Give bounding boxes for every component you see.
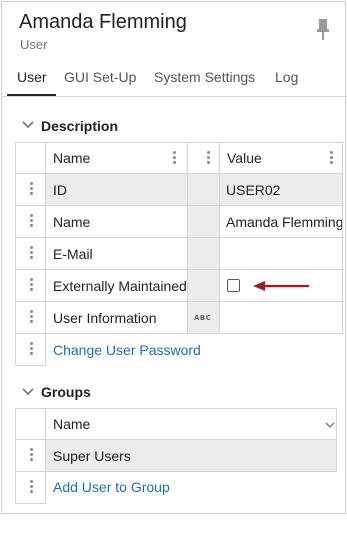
drag-handle-icon[interactable] xyxy=(30,246,34,260)
drag-handle-icon[interactable] xyxy=(30,310,34,324)
table-row[interactable]: Super Users xyxy=(45,439,337,472)
tab-gui-setup[interactable]: GUI Set-Up xyxy=(64,69,136,85)
email-field[interactable] xyxy=(219,237,343,270)
table-row-type xyxy=(187,173,220,206)
column-menu-icon[interactable] xyxy=(173,151,177,165)
tab-user[interactable]: User xyxy=(17,69,47,85)
row-handle[interactable] xyxy=(15,269,46,302)
table-row-type xyxy=(187,269,220,302)
arrow-left-icon xyxy=(253,281,309,291)
table-row-name: E-Mail xyxy=(45,237,188,270)
chevron-down-icon[interactable] xyxy=(325,421,335,429)
drag-handle-icon[interactable] xyxy=(30,182,34,196)
description-heading[interactable]: Description xyxy=(41,118,118,134)
user-information-field[interactable] xyxy=(219,301,343,334)
page-title: Amanda Flemming xyxy=(19,11,187,33)
row-handle[interactable] xyxy=(15,173,46,206)
drag-handle-icon[interactable] xyxy=(30,448,34,462)
row-handle[interactable] xyxy=(15,205,46,238)
row-handle[interactable] xyxy=(15,301,46,334)
table-row-name: ID xyxy=(45,173,188,206)
column-menu-icon[interactable] xyxy=(207,151,211,165)
drag-handle-icon[interactable] xyxy=(30,342,34,356)
column-header-type[interactable] xyxy=(187,142,220,174)
drag-handle-icon[interactable] xyxy=(30,278,34,292)
table-row-value: USER02 xyxy=(219,173,343,206)
column-header-name[interactable]: Name xyxy=(45,408,337,440)
row-handle[interactable] xyxy=(15,471,46,504)
table-row-value[interactable]: Amanda Flemming xyxy=(219,205,343,238)
table-row-type xyxy=(187,205,220,238)
table-row-name: User Information xyxy=(45,301,188,334)
chevron-down-icon[interactable] xyxy=(22,119,34,131)
row-handle[interactable] xyxy=(15,439,46,472)
chevron-down-icon[interactable] xyxy=(22,386,34,398)
table-row-type xyxy=(187,237,220,270)
tab-system-settings[interactable]: System Settings xyxy=(154,69,255,85)
table-row-value xyxy=(219,269,343,302)
page-subtitle: User xyxy=(20,37,48,52)
column-header-value[interactable]: Value xyxy=(219,142,343,174)
drag-handle-icon[interactable] xyxy=(30,214,34,228)
tab-bar: User GUI Set-Up System Settings Log xyxy=(2,64,347,97)
groups-heading[interactable]: Groups xyxy=(41,384,91,400)
drag-handle-icon[interactable] xyxy=(30,480,34,494)
active-tab-indicator xyxy=(7,94,56,96)
user-panel: Amanda Flemming User User GUI Set-Up Sys… xyxy=(1,1,347,514)
change-password-link[interactable]: Change User Password xyxy=(53,342,201,358)
tab-log[interactable]: Log xyxy=(275,69,298,85)
table-row-name: Externally Maintained xyxy=(45,269,188,302)
externally-maintained-checkbox[interactable] xyxy=(227,279,240,292)
table-row-type: ABC xyxy=(187,301,220,334)
row-handle[interactable] xyxy=(15,333,46,366)
grid-header-handle xyxy=(15,408,46,440)
text-type-icon: ABC xyxy=(194,314,212,322)
add-user-to-group-link[interactable]: Add User to Group xyxy=(53,479,170,495)
column-menu-icon[interactable] xyxy=(330,151,334,165)
table-row-name: Name xyxy=(45,205,188,238)
column-header-name[interactable]: Name xyxy=(45,142,188,174)
pin-icon[interactable] xyxy=(315,18,331,42)
grid-header-handle xyxy=(15,142,46,174)
row-handle[interactable] xyxy=(15,237,46,270)
